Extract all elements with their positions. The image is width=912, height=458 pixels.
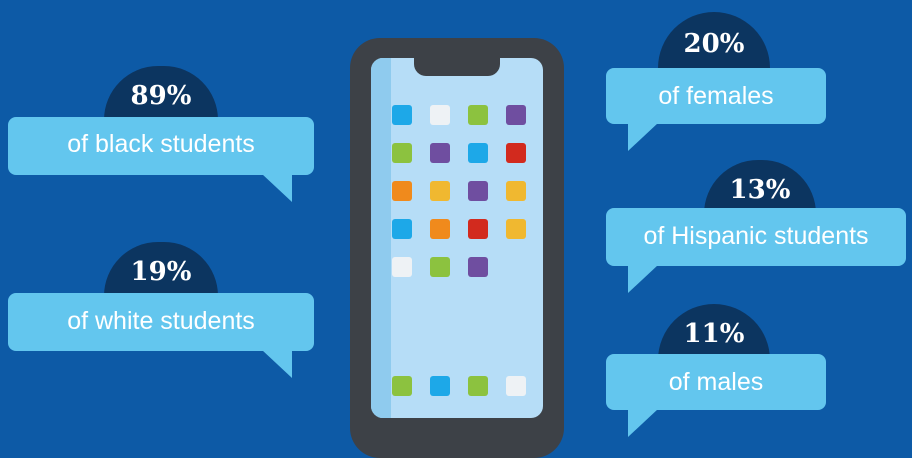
bubble-tail [628,123,658,151]
app-icon [468,105,488,125]
percent-badge: 20% [658,12,770,70]
app-icon [430,219,450,239]
percent-badge: 11% [658,304,770,360]
app-icon [468,143,488,163]
app-icon [468,219,488,239]
dock-app-icon [506,376,526,396]
app-icon [430,143,450,163]
app-icon [506,105,526,125]
phone-screen [371,58,543,418]
dock-app-icon [468,376,488,396]
dock-app-icon [430,376,450,396]
app-icon [430,105,450,125]
bubble-tail [262,350,292,378]
stat-label-bubble: of white students [8,293,314,351]
stat-label-bubble: of Hispanic students [606,208,906,266]
app-icon [506,143,526,163]
stat-label-bubble: of black students [8,117,314,175]
phone-notch [414,58,500,76]
app-icon [392,143,412,163]
app-icon [506,219,526,239]
app-icon [506,181,526,201]
bubble-tail [628,265,658,293]
app-icon [392,105,412,125]
dock-app-icon [392,376,412,396]
stat-label-bubble: of males [606,354,826,410]
percent-badge: 13% [704,160,816,214]
stat-label-bubble: of females [606,68,826,124]
phone-illustration [350,38,564,458]
percent-badge: 89% [104,66,218,120]
app-icon [430,181,450,201]
bubble-tail [262,174,292,202]
percent-badge: 19% [104,242,218,296]
app-icon [392,219,412,239]
app-icon [468,257,488,277]
app-icon [430,257,450,277]
app-icon [392,257,412,277]
bubble-tail [628,409,658,437]
app-icon [468,181,488,201]
app-icon [392,181,412,201]
